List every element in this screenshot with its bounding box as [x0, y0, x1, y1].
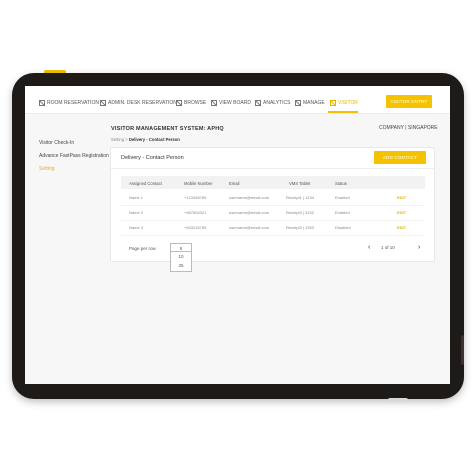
column-header-status: Status [335, 181, 347, 186]
breadcrumb: Setting > Delivery - Contact Person [111, 137, 180, 142]
table-header: Assigned Contact Mobile Number Email VMS… [121, 176, 425, 189]
browse-icon [176, 100, 182, 106]
column-header-email: Email [229, 181, 240, 186]
breadcrumb-mid: Delivery [128, 137, 146, 142]
column-header-vms-tablet: VMS Tablet [289, 181, 311, 186]
breadcrumb-parent[interactable]: Setting [111, 137, 124, 142]
nav-label: VISITOR [338, 100, 358, 106]
cell-name: Name 1 [129, 195, 144, 200]
tablet-edge-side [461, 335, 464, 365]
nav-label: BROWSE [184, 100, 207, 106]
cell-status: Enabled [335, 210, 350, 215]
rows-per-page-option[interactable]: 10 [171, 254, 191, 259]
analytics-icon [255, 100, 261, 106]
desk-icon [100, 100, 106, 106]
board-icon [211, 100, 217, 106]
page-info: 1 of 10 [381, 245, 395, 250]
cell-tablet: Receipt1 | 1234 [286, 195, 314, 200]
breadcrumb-current: Contact Person [148, 137, 180, 142]
app-screen: ROOM RESERVATION ADMIN. DESK RESERVATION… [25, 86, 450, 384]
sidebar-item-advance-fastpass[interactable]: Advance FastPass Registration [39, 153, 109, 159]
column-header-assigned-contact: Assigned Contact [129, 181, 162, 186]
card-divider [111, 168, 434, 169]
cell-email: username@email.com [229, 195, 270, 200]
tablet-edge-bottom [388, 398, 408, 402]
visitor-icon [330, 100, 336, 106]
nav-view-board[interactable]: VIEW BOARD [211, 98, 251, 108]
cell-mobile: +543216789 [184, 225, 207, 230]
rows-per-page-label: Page per row [129, 246, 156, 251]
rows-per-page-option[interactable]: 25 [171, 263, 191, 268]
sidebar-item-visitor-check-in[interactable]: Visitor Check-In [39, 140, 74, 146]
page-title: VISITOR MANAGEMENT SYSTEM: APHQ [111, 126, 224, 132]
chevron-left-icon[interactable]: ‹ [368, 244, 370, 251]
nav-visitor[interactable]: VISITOR [330, 98, 358, 108]
sidebar-item-setting[interactable]: Setting [39, 166, 55, 172]
rows-per-page-dropdown: 10 25 [170, 252, 192, 272]
nav-room-reservation[interactable]: ROOM RESERVATION [39, 98, 99, 108]
edit-button[interactable]: EDIT [397, 195, 406, 200]
top-navigation: ROOM RESERVATION ADMIN. DESK RESERVATION… [25, 86, 450, 114]
add-contact-button[interactable]: ADD CONTACT [374, 151, 426, 164]
cell-mobile: +123456789 [184, 195, 207, 200]
visitor-entry-button[interactable]: VISITOR ENTRY [386, 95, 432, 108]
cell-email: username@email.com [229, 210, 270, 215]
nav-analytics[interactable]: ANALYTICS [255, 98, 290, 108]
chevron-right-icon[interactable]: › [418, 244, 420, 251]
table-row: Name 2 +987654321 username@email.com Rec… [121, 205, 425, 221]
rows-per-page-select[interactable]: 5 [170, 243, 192, 252]
nav-browse[interactable]: BROWSE [176, 98, 206, 108]
contact-person-card: Delivery - Contact Person ADD CONTACT As… [110, 147, 435, 272]
manage-icon [295, 100, 301, 106]
card-title: Delivery - Contact Person [121, 155, 184, 161]
breadcrumb-separator: - [146, 137, 148, 142]
nav-active-indicator [328, 111, 358, 113]
cell-tablet: Receipt3 | 1353 [286, 225, 314, 230]
cell-status: Enabled [335, 195, 350, 200]
table-row: Name 1 +123456789 username@email.com Rec… [121, 190, 425, 206]
cell-tablet: Receipt3 | 3152 [286, 210, 314, 215]
breadcrumb-separator: > [125, 137, 128, 142]
cell-mobile: +987654321 [184, 210, 207, 215]
edit-button[interactable]: EDIT [397, 225, 406, 230]
cell-email: username@email.com [229, 225, 270, 230]
table-row: Name 3 +543216789 username@email.com Rec… [121, 220, 425, 236]
column-header-mobile-number: Mobile Number [184, 181, 213, 186]
edit-button[interactable]: EDIT [397, 210, 406, 215]
cell-status: Disabled [335, 225, 351, 230]
room-icon [39, 100, 45, 106]
cell-name: Name 2 [129, 210, 144, 215]
nav-label: ROOM RESERVATION [47, 100, 99, 106]
company-selector[interactable]: COMPANY | SINGAPORE [379, 125, 438, 131]
nav-label: MANAGE [303, 100, 325, 106]
nav-label: VIEW BOARD [219, 100, 251, 106]
nav-label: ANALYTICS [263, 100, 291, 106]
cell-name: Name 3 [129, 225, 144, 230]
nav-label: ADMIN. DESK RESERVATION [108, 100, 177, 106]
nav-manage[interactable]: MANAGE [295, 98, 325, 108]
nav-admin-desk-reservation[interactable]: ADMIN. DESK RESERVATION [100, 98, 177, 108]
